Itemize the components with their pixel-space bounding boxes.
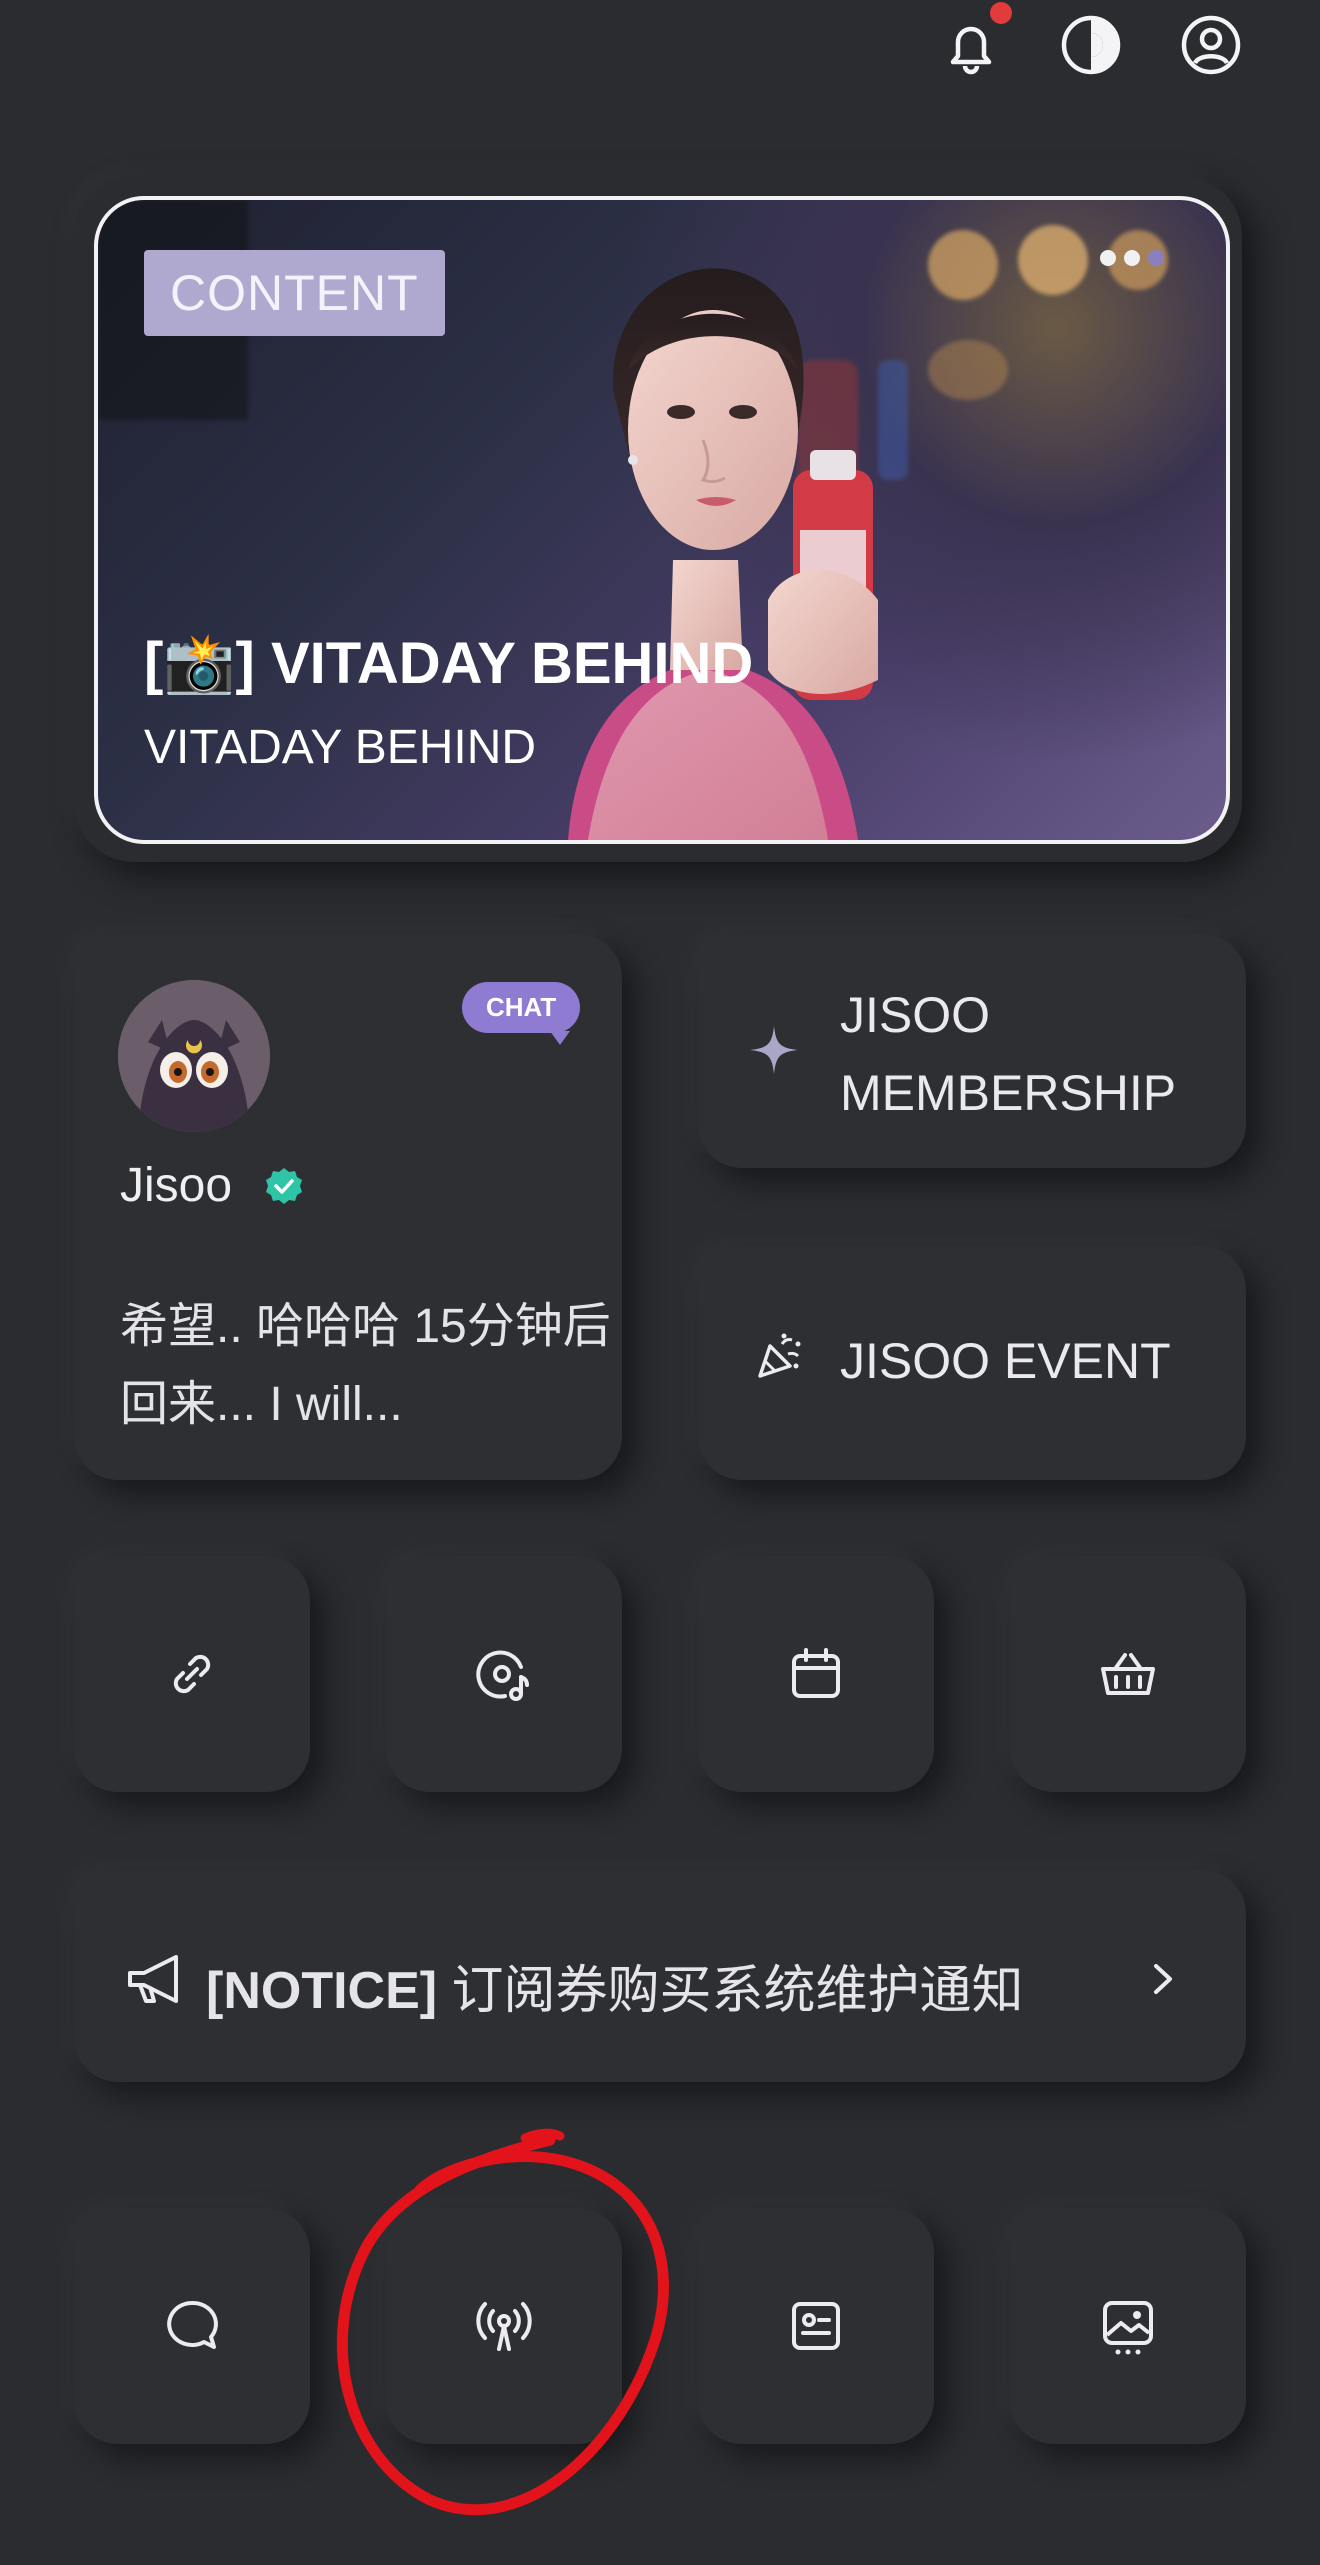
membership-label-line2: MEMBERSHIP bbox=[840, 1065, 1177, 1121]
notice-text: [NOTICE] 订阅券购买系统维护通知 bbox=[206, 1948, 1024, 2023]
chat-bubble-icon bbox=[167, 2300, 218, 2349]
hero-banner[interactable]: CONTENT [📸] VITADAY BEHIND VITADAY BEHIN… bbox=[94, 196, 1230, 844]
live-broadcast-icon bbox=[476, 2302, 532, 2351]
sparkle-icon bbox=[750, 1026, 798, 1074]
event-label: JISOO EVENT bbox=[840, 1333, 1171, 1389]
pager-dot[interactable] bbox=[1100, 250, 1116, 266]
membership-label-line1: JISOO bbox=[840, 987, 991, 1043]
content-tag: CONTENT bbox=[144, 250, 445, 336]
chevron-right-icon[interactable] bbox=[1146, 1958, 1180, 2000]
notice-title: 订阅券购买系统维护通知 bbox=[437, 1962, 1024, 2020]
profile-card-icon bbox=[792, 2302, 840, 2350]
avatar bbox=[118, 980, 270, 1132]
megaphone-icon bbox=[128, 1955, 178, 2003]
verified-badge-icon bbox=[266, 1168, 302, 1204]
pager-dot[interactable] bbox=[1124, 250, 1140, 266]
shopping-basket-icon bbox=[1101, 1653, 1155, 1695]
party-popper-icon bbox=[758, 1333, 801, 1378]
notification-dot bbox=[990, 2, 1012, 24]
hero-subtitle: VITADAY BEHIND bbox=[144, 721, 537, 774]
notice-prefix: [NOTICE] bbox=[206, 1962, 438, 2020]
profile-icon[interactable] bbox=[1176, 10, 1246, 80]
pager-dot-active[interactable] bbox=[1148, 250, 1164, 266]
music-disc-icon bbox=[476, 1650, 529, 1701]
theme-contrast-icon[interactable] bbox=[1056, 10, 1126, 80]
photo-gallery-icon bbox=[1103, 2301, 1153, 2355]
chat-badge: CHAT bbox=[462, 982, 581, 1045]
artist-name: Jisoo bbox=[120, 1159, 233, 1212]
link-icon bbox=[173, 1654, 211, 1694]
bokeh-light bbox=[1018, 225, 1088, 295]
calendar-icon bbox=[792, 1648, 840, 1698]
chat-preview-text: 希望.. 哈哈哈 15分钟后回来... I will... bbox=[120, 1300, 611, 1431]
hero-title: [📸] VITADAY BEHIND bbox=[144, 631, 754, 696]
